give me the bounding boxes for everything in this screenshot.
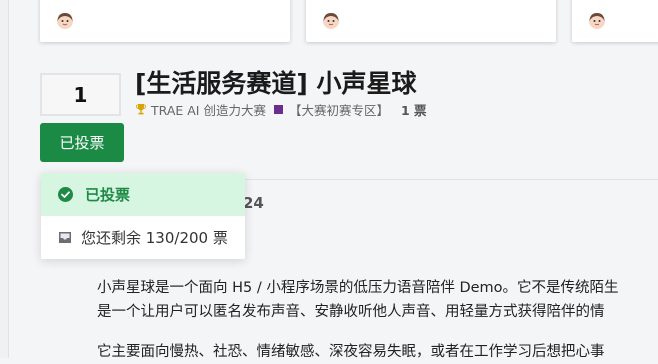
event-name-link[interactable]: TRAE AI 创造力大赛	[151, 100, 266, 119]
topic-card[interactable]	[306, 0, 556, 42]
user-avatar-icon	[57, 13, 73, 29]
topic-title[interactable]: [生活服务赛道] 小声星球	[135, 64, 417, 100]
topic-card[interactable]	[572, 0, 658, 42]
menu-item-voted-label: 已投票	[85, 186, 131, 204]
topic-card[interactable]	[40, 0, 290, 42]
post-body-paragraph: 小声星球是一个面向 H5 / 小程序场景的低压力语音陪伴 Demo。它不是传统陌…	[97, 276, 619, 324]
check-circle-icon	[58, 187, 73, 202]
user-avatar-icon	[589, 13, 605, 29]
menu-item-remaining: 您还剩余 130/200 票	[41, 216, 245, 259]
category-color-square	[273, 105, 283, 114]
remaining-votes-label: 您还剩余 130/200 票	[81, 229, 228, 247]
left-rail	[0, 0, 9, 358]
post-line: 是一个让用户可以匿名发布声音、安静收听他人声音、用轻量方式获得陪伴的情	[97, 304, 605, 320]
topic-vote-count: 1 票	[400, 103, 427, 118]
post-line: 小声星球是一个面向 H5 / 小程序场景的低压力语音陪伴 Demo。它不是传统陌…	[97, 280, 619, 296]
menu-item-voted[interactable]: 已投票	[41, 173, 245, 216]
post-body-paragraph: 它主要面向慢热、社恐、情绪敏感、深夜容易失眠，或者在工作学习后想把心事	[97, 340, 605, 364]
post-date-fragment: 24	[243, 194, 264, 212]
vote-count: 1	[40, 73, 121, 116]
trophy-icon	[136, 104, 146, 115]
topic-meta: TRAE AI 创造力大赛 【大赛初赛专区】 1 票	[136, 100, 427, 119]
category-link[interactable]: 【大赛初赛专区】	[289, 100, 389, 119]
user-avatar-icon	[323, 13, 339, 29]
inbox-tray-icon	[59, 232, 71, 243]
vote-menu: 已投票 您还剩余 130/200 票	[41, 173, 245, 259]
voted-button[interactable]: 已投票	[40, 123, 124, 162]
